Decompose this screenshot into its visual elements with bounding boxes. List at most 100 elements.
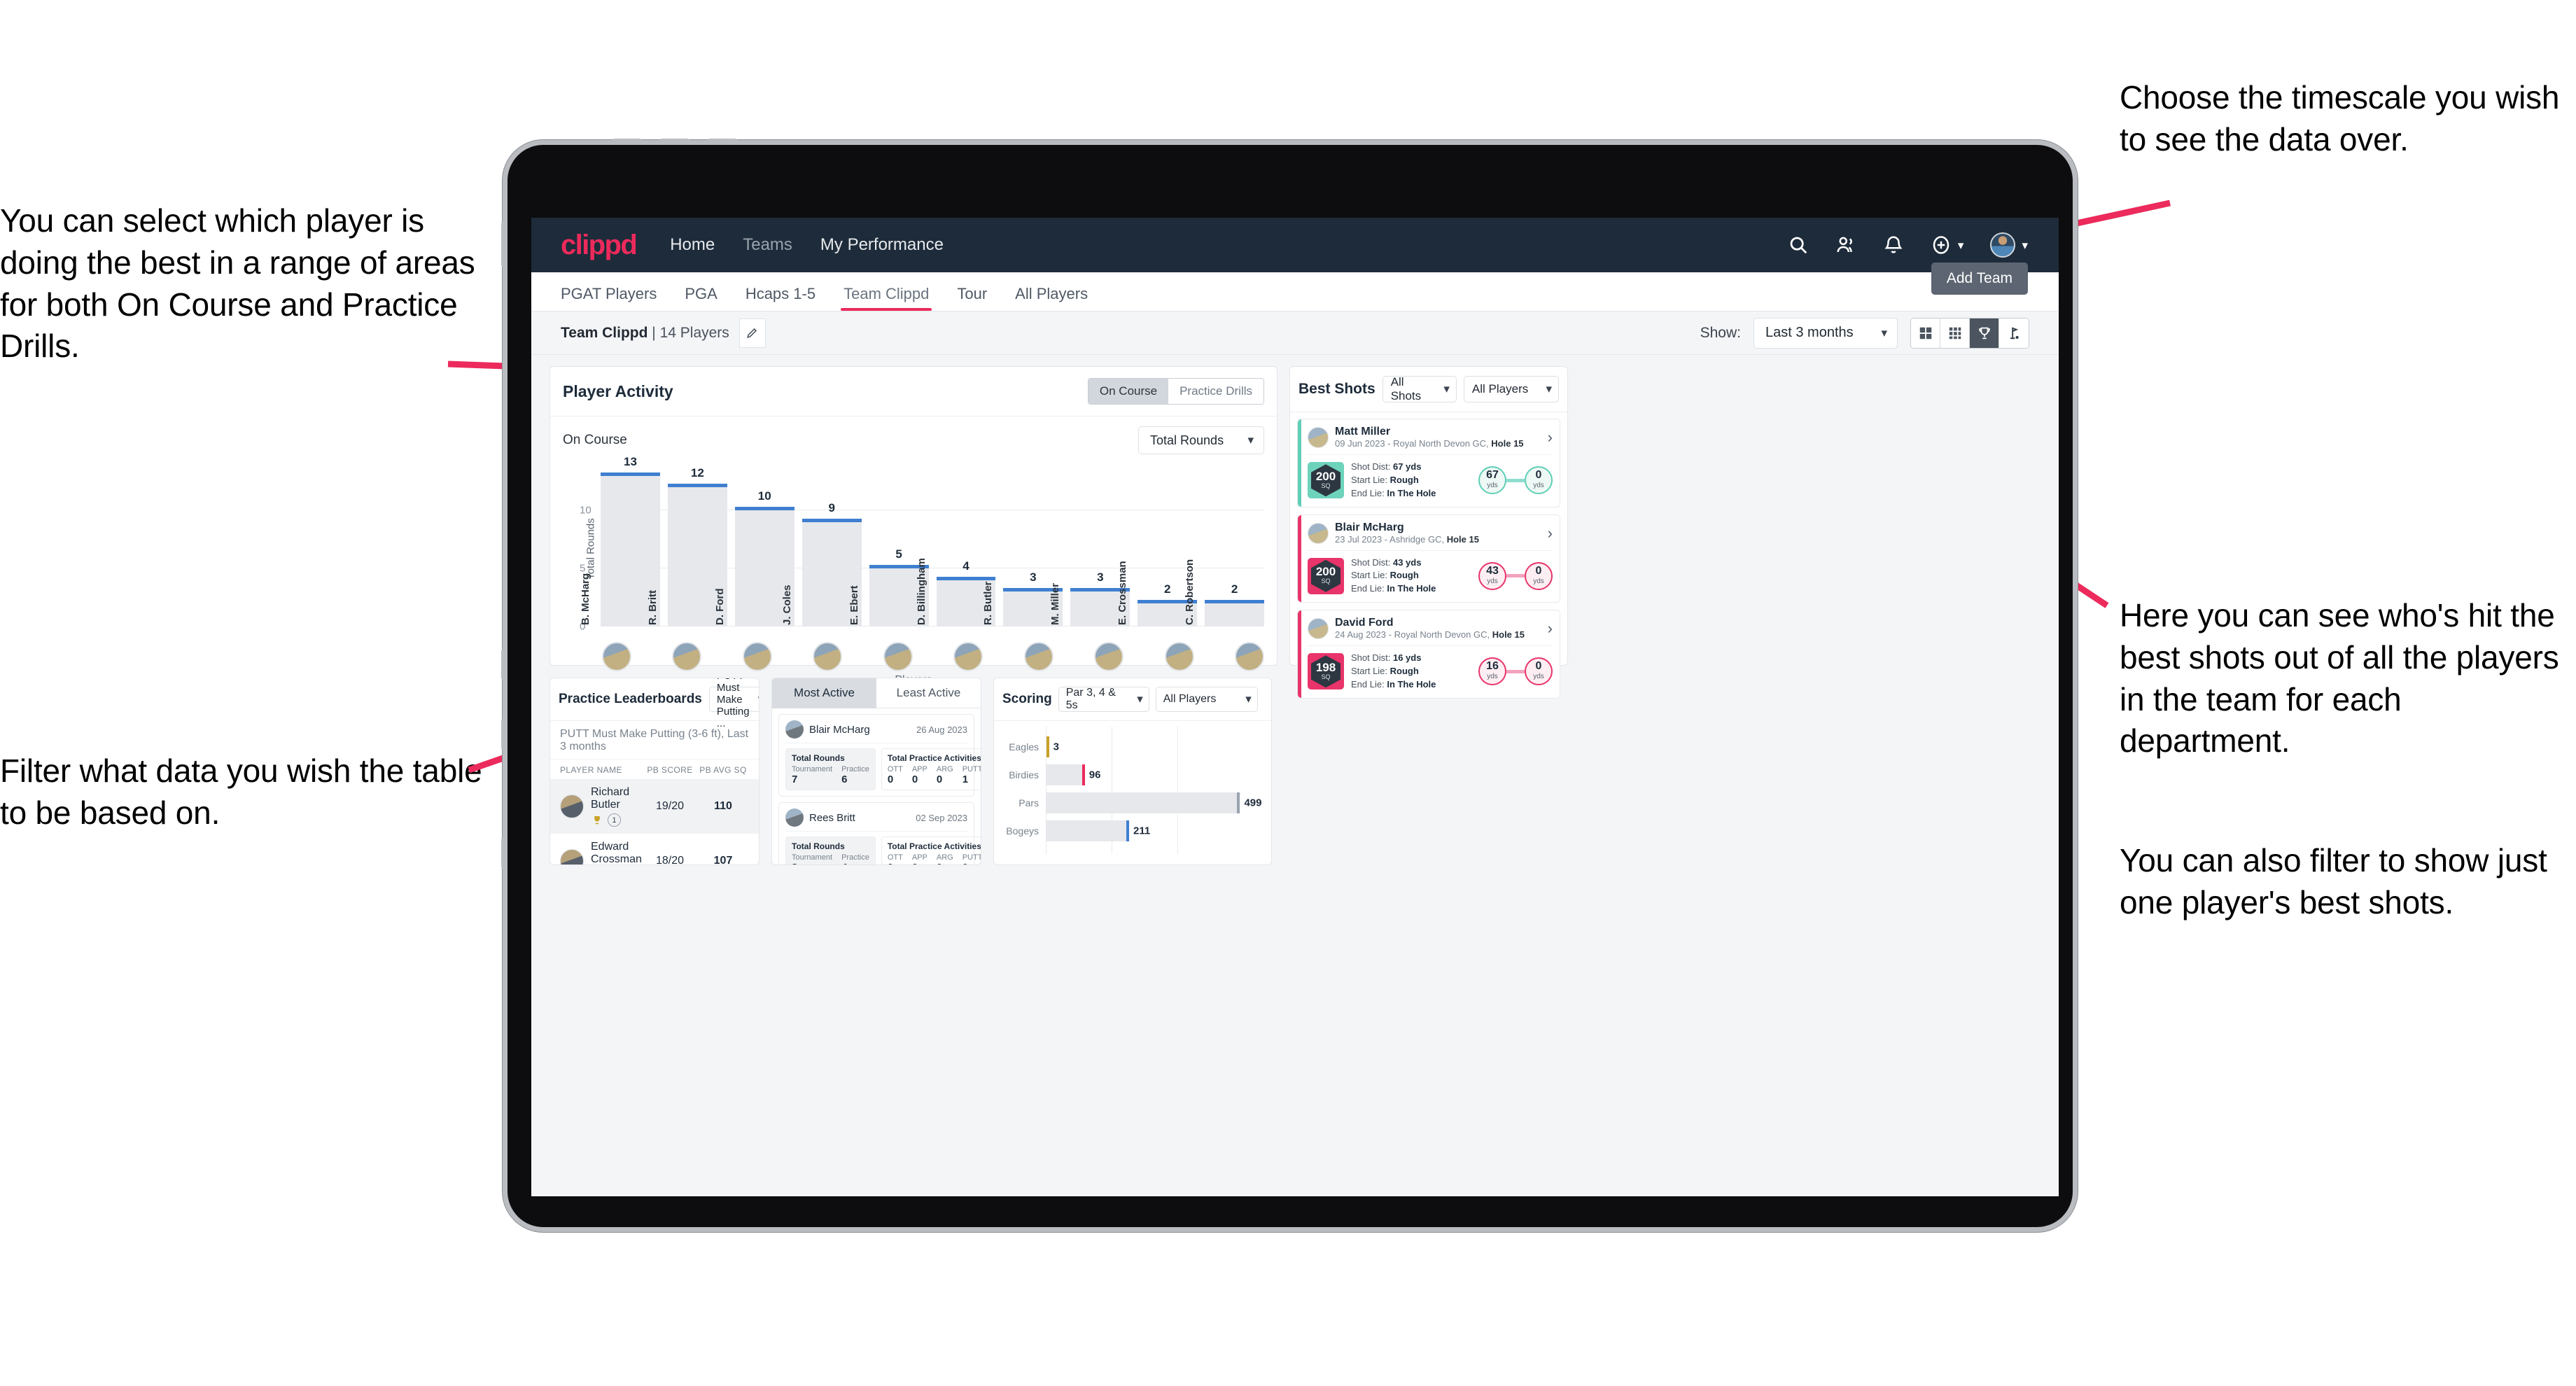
user-menu[interactable]: ▾: [1990, 232, 2028, 258]
best-shot-card[interactable]: Blair McHarg 23 Jul 2023 - Ashridge GC, H…: [1297, 514, 1560, 603]
shot-to-circle: 0 yds: [1525, 561, 1553, 590]
activity-rounds-key: Tournament: [792, 853, 833, 862]
tab-pga[interactable]: PGA: [685, 285, 717, 311]
scoring-bar-row[interactable]: Pars 499: [1004, 792, 1261, 813]
player-avatar[interactable]: [742, 642, 772, 671]
show-label: Show:: [1700, 324, 1741, 341]
best-shot-header: Matt Miller 09 Jun 2023 - Royal North Dev…: [1308, 426, 1553, 455]
scoring-par-filter[interactable]: Par 3, 4 & 5s ▾: [1058, 687, 1149, 712]
chart-bar-value: 13: [623, 454, 637, 468]
device-button-left-4: [501, 838, 507, 869]
drill-select[interactable]: PUTT Must Make Putting ... ▾: [708, 678, 759, 729]
scoring-bar-cap: [1082, 764, 1085, 785]
chart-bar-value: 4: [962, 559, 969, 573]
activity-practice-value: 0: [887, 774, 894, 785]
list-item[interactable]: Blair McHarg 26 Aug 2023 Total Rounds Tourn…: [778, 714, 981, 797]
best-shots-header: Best Shots All Shots ▾ All Players ▾: [1290, 367, 1567, 412]
people-icon[interactable]: [1835, 234, 1856, 255]
shot-dist-value: 43 yds: [1392, 556, 1422, 568]
player-avatar[interactable]: [672, 642, 702, 671]
start-lie-value: Rough: [1390, 474, 1419, 485]
chevron-right-icon[interactable]: ›: [1548, 429, 1553, 445]
nav-link-home[interactable]: Home: [670, 235, 715, 255]
chart-bar-column[interactable]: 2 C. Robertson: [1184, 464, 1265, 626]
start-lie-value: Rough: [1390, 665, 1419, 676]
segment-practice-drills[interactable]: Practice Drills: [1168, 379, 1264, 404]
bell-icon[interactable]: [1883, 234, 1904, 255]
view-trophy-button[interactable]: [1970, 318, 1999, 348]
edit-team-button[interactable]: [738, 318, 766, 348]
activity-item-body: Total Rounds Tournament 7 Practice 6 Total Pr…: [785, 743, 981, 790]
activity-item-header: Rees Britt 02 Sep 2023: [785, 808, 967, 832]
view-flag-button[interactable]: [1999, 318, 2029, 348]
scoring-bar: [1046, 820, 1130, 841]
shot-dist-value: 67 yds: [1392, 461, 1422, 472]
best-shot-player-name: Blair McHarg: [1335, 521, 1404, 533]
list-item[interactable]: Rees Britt 02 Sep 2023 Total Rounds Tournam…: [778, 802, 981, 864]
tab-least-active[interactable]: Least Active: [876, 678, 981, 708]
scoring-player-filter[interactable]: All Players ▾: [1155, 687, 1258, 712]
player-avatar[interactable]: [883, 642, 913, 671]
grid-small-icon: [1949, 327, 1961, 339]
activity-source-toggle: On Course Practice Drills: [1087, 378, 1264, 405]
segment-on-course[interactable]: On Course: [1088, 379, 1169, 404]
avatar[interactable]: [1990, 232, 2016, 258]
tab-tour[interactable]: Tour: [957, 285, 987, 311]
chart-bar-value: 9: [828, 500, 835, 514]
device-button-top-2: [660, 139, 690, 145]
player-avatar[interactable]: [1234, 642, 1264, 671]
scoring-bar-row[interactable]: Birdies 96: [1004, 764, 1261, 785]
tab-all-players[interactable]: All Players: [1015, 285, 1088, 311]
nav-link-my-performance[interactable]: My Performance: [820, 235, 944, 255]
table-row[interactable]: Richard Butler 1 19/20 110: [550, 779, 759, 834]
tab-pgat-players[interactable]: PGAT Players: [561, 285, 657, 311]
add-menu[interactable]: ▾: [1931, 234, 1964, 255]
tab-team-clippd[interactable]: Team Clippd: [841, 285, 932, 311]
scoring-bar-value: 211: [1133, 825, 1151, 837]
table-row[interactable]: Edward Crossman2 18/20 107: [550, 834, 759, 864]
add-team-button[interactable]: Add Team: [1931, 262, 2028, 295]
view-grid-large-button[interactable]: [1911, 318, 1940, 348]
player-avatar[interactable]: [953, 642, 983, 671]
clippd-logo[interactable]: clippd: [561, 230, 638, 261]
scoring-bar-row[interactable]: Eagles 3: [1004, 736, 1261, 757]
player-avatar[interactable]: [602, 642, 631, 671]
player-avatar[interactable]: [1094, 642, 1124, 671]
best-shot-card[interactable]: Matt Miller 09 Jun 2023 - Royal North Dev…: [1297, 419, 1560, 507]
team-subbar: Team Clippd | 14 Players Show: Last 3 mo…: [531, 312, 2059, 355]
chevron-right-icon[interactable]: ›: [1548, 525, 1553, 541]
end-lie-label: End Lie:: [1351, 487, 1387, 498]
player-avatar[interactable]: [1023, 642, 1054, 671]
plus-circle-icon[interactable]: [1931, 234, 1952, 255]
dumbbell-connector: [1506, 574, 1525, 578]
shot-quality-badge: 200 SQ: [1308, 557, 1344, 594]
tab-most-active[interactable]: Most Active: [772, 678, 876, 708]
activity-practice-entry: PUTT0: [962, 853, 981, 864]
player-avatar[interactable]: [813, 642, 843, 671]
activity-practice-value: 0: [912, 862, 927, 864]
best-shot-date-course: 24 Aug 2023 - Royal North Devon GC,: [1335, 629, 1492, 640]
shot-quality-badge: 200 SQ: [1308, 462, 1344, 499]
chart-bar[interactable]: 2 C. Robertson: [1184, 559, 1265, 626]
activity-metric-select[interactable]: Total Rounds ▾: [1138, 426, 1264, 454]
best-shots-shot-filter[interactable]: All Shots ▾: [1382, 375, 1457, 402]
best-shot-card[interactable]: David Ford 24 Aug 2023 - Royal North Devo…: [1297, 610, 1560, 699]
timescale-select[interactable]: Last 3 months ▾: [1754, 317, 1898, 349]
chevron-down-icon-user[interactable]: ▾: [2022, 239, 2028, 251]
best-shots-player-filter[interactable]: All Players ▾: [1463, 376, 1559, 402]
view-grid-small-button[interactable]: [1940, 318, 1970, 348]
main-nav-links: Home Teams My Performance: [670, 235, 944, 255]
player-avatar[interactable]: [1164, 642, 1194, 671]
best-shot-details: Shot Dist: 16 yds Start Lie: Rough End Lie…: [1351, 652, 1436, 692]
activity-practice-entry: OTT0: [888, 853, 903, 864]
tab-hcaps-1-5[interactable]: Hcaps 1-5: [746, 285, 816, 311]
chevron-down-icon-add[interactable]: ▾: [1958, 239, 1964, 251]
end-lie-line: End Lie: In The Hole: [1351, 582, 1436, 596]
scoring-bar-row[interactable]: Bogeys 211: [1004, 820, 1261, 841]
chevron-right-icon[interactable]: ›: [1548, 621, 1553, 636]
device-button-left-1: [501, 222, 507, 267]
end-lie-label: End Lie:: [1351, 583, 1387, 594]
search-icon[interactable]: [1788, 234, 1809, 255]
nav-link-teams[interactable]: Teams: [743, 235, 792, 255]
shot-from-circle: 67 yds: [1478, 466, 1506, 495]
